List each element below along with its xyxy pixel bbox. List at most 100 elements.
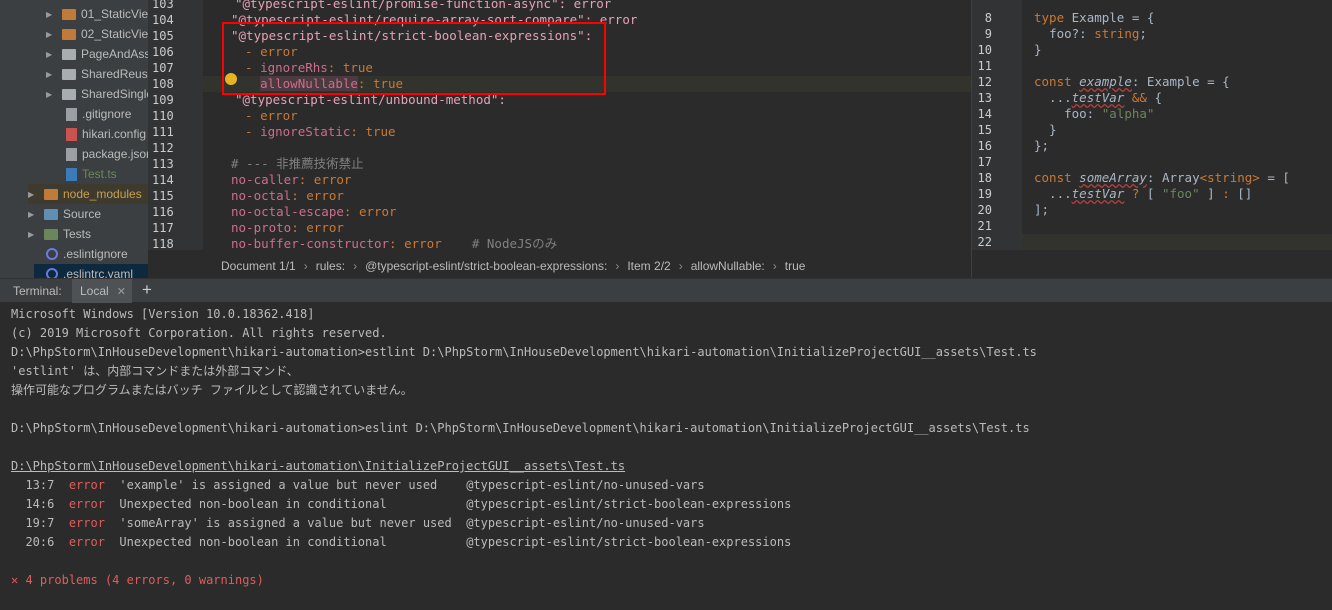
code-comment: # --- 非推薦技術禁止 xyxy=(231,156,364,171)
tree-item-label: SharedSingle xyxy=(81,87,148,101)
code-line: foo: "alpha" xyxy=(1034,106,1332,122)
tree-item-label: .eslintignore xyxy=(63,247,128,261)
terminal-line: 'estlint' は、内部コマンドまたは外部コマンド、 xyxy=(11,364,299,378)
breadcrumb-item[interactable]: @typescript-eslint/strict-boolean-expres… xyxy=(365,259,607,273)
line-number: 108 xyxy=(152,77,174,91)
expand-arrow-icon[interactable]: ▶ xyxy=(28,190,38,199)
tree-item-label: 02_StaticView xyxy=(81,27,148,41)
breadcrumb-item[interactable]: rules: xyxy=(316,259,345,273)
terminal-line: 操作可能なプログラムまたはバッチ ファイルとして認識されていません。 xyxy=(11,383,413,397)
code-line: no-octal: error xyxy=(231,188,344,203)
code-key: no-caller xyxy=(231,172,299,187)
code-comment: # NodeJSのみ xyxy=(471,236,558,250)
error-rule: @typescript-eslint/strict-boolean-expres… xyxy=(466,497,792,511)
tree-item[interactable]: package.json xyxy=(66,144,148,164)
tree-item[interactable]: ▶ Tests xyxy=(28,224,91,244)
expand-arrow-icon[interactable]: ▶ xyxy=(28,230,38,239)
line-number: 116 xyxy=(152,205,174,219)
code-line: type Example = { xyxy=(1034,10,1155,25)
error-x-icon: ✕ xyxy=(11,573,19,587)
code-keyword: type xyxy=(1034,10,1065,25)
code-var: testVar xyxy=(1071,186,1125,201)
breadcrumb-right xyxy=(972,254,1332,278)
breadcrumb-item[interactable]: true xyxy=(785,259,806,273)
code-line: ...testVar && { xyxy=(1034,90,1162,105)
tree-item[interactable]: ▶ Source xyxy=(28,204,101,224)
error-row: 20:6 error Unexpected non-boolean in con… xyxy=(11,533,791,552)
code-value: error xyxy=(404,236,442,250)
line-number: 21 xyxy=(977,219,992,233)
terminal-line: D:\PhpStorm\InHouseDevelopment\hikari-au… xyxy=(11,345,1037,359)
code-string: "foo" xyxy=(1161,186,1200,201)
expand-arrow-icon[interactable]: ▶ xyxy=(46,70,56,79)
terminal-file-path[interactable]: D:\PhpStorm\InHouseDevelopment\hikari-au… xyxy=(11,457,625,476)
tree-item-label: Tests xyxy=(63,227,92,241)
error-position: 13:7 xyxy=(25,478,55,492)
breadcrumb-item[interactable]: Document 1/1 xyxy=(221,259,296,273)
tree-item[interactable]: ▶ 02_StaticView xyxy=(46,24,148,44)
error-row: 19:7 error 'someArray' is assigned a val… xyxy=(11,514,705,533)
code-key: no-buffer-constructor xyxy=(231,236,390,250)
tree-item[interactable]: ▶ node_modules xyxy=(28,184,148,204)
code-line: no-octal-escape: error xyxy=(231,204,397,219)
code-line: no-caller: error xyxy=(231,172,352,187)
code-value: error xyxy=(358,204,397,219)
tree-item[interactable]: .eslintrc.yaml xyxy=(34,264,148,278)
breadcrumb-item[interactable]: allowNullable: xyxy=(691,259,765,273)
tree-item[interactable]: ▶ SharedSingle xyxy=(46,84,148,104)
tree-item[interactable]: ▶ PageAndAss xyxy=(46,44,148,64)
error-rule: @typescript-eslint/no-unused-vars xyxy=(466,516,705,530)
lightbulb-icon[interactable] xyxy=(225,73,237,85)
ts-editor[interactable]: type Example = { foo?: string; } const e… xyxy=(1022,0,1332,250)
terminal-output[interactable]: Microsoft Windows [Version 10.0.18362.41… xyxy=(0,304,1332,610)
code-line: const example: Example = { xyxy=(1034,74,1230,89)
code-line-current xyxy=(1022,234,1332,250)
code-prop: foo?: xyxy=(1049,26,1087,41)
line-number: 17 xyxy=(977,155,992,169)
line-number: 14 xyxy=(977,107,992,121)
line-number: 19 xyxy=(977,187,992,201)
project-tree[interactable]: ▶ 01_StaticView ▶ 02_StaticView ▶ PageAndAs… xyxy=(0,0,148,278)
tree-item[interactable]: .gitignore xyxy=(66,104,131,124)
expand-arrow-icon[interactable]: ▶ xyxy=(46,90,56,99)
tree-item[interactable]: ▶ SharedReusa xyxy=(46,64,148,84)
code-line: } xyxy=(1034,122,1057,137)
folder-icon xyxy=(62,28,76,40)
close-icon[interactable]: ✕ xyxy=(117,285,126,298)
expand-arrow-icon[interactable]: ▶ xyxy=(28,210,38,219)
folder-icon xyxy=(62,8,76,20)
line-number: 15 xyxy=(977,123,992,137)
code-line: - error xyxy=(245,108,298,123)
error-position: 19:7 xyxy=(25,516,55,530)
tree-item[interactable]: .eslintignore xyxy=(46,244,128,264)
expand-arrow-icon[interactable]: ▶ xyxy=(46,30,56,39)
tree-item-label: Source xyxy=(63,207,102,221)
highlight-box xyxy=(222,22,606,95)
tree-item[interactable]: hikari.config xyxy=(66,124,146,144)
yaml-file-icon xyxy=(66,127,77,141)
line-number: 103 xyxy=(152,0,174,11)
line-number: 18 xyxy=(977,171,992,185)
tree-item[interactable]: Test.ts xyxy=(66,164,117,184)
expand-arrow-icon[interactable]: ▶ xyxy=(46,50,56,59)
summary-text: 4 problems (4 errors, 0 warnings) xyxy=(25,573,264,587)
code-line: # --- 非推薦技術禁止 xyxy=(203,156,971,172)
code-keyword: const xyxy=(1034,74,1072,89)
line-number: 118 xyxy=(152,237,174,251)
tree-item-label: hikari.config xyxy=(82,127,147,141)
code-keyword: const xyxy=(1034,170,1072,185)
error-level: error xyxy=(68,497,105,511)
tree-item[interactable]: ▶ 01_StaticView xyxy=(46,4,148,24)
eslint-icon xyxy=(46,268,58,278)
breadcrumb-item[interactable]: Item 2/2 xyxy=(627,259,670,273)
code-type: Array xyxy=(1161,170,1200,185)
code-line: } xyxy=(1034,42,1042,57)
expand-arrow-icon[interactable]: ▶ xyxy=(46,10,56,19)
code-keyword: string xyxy=(1094,26,1140,41)
code-key: no-octal-escape xyxy=(231,204,344,219)
tab-local[interactable]: Local ✕ xyxy=(72,279,132,303)
line-number: 115 xyxy=(152,189,174,203)
json-file-icon xyxy=(66,147,77,161)
error-row: 13:7 error 'example' is assigned a value… xyxy=(11,476,704,495)
add-tab-icon[interactable]: + xyxy=(142,280,152,300)
